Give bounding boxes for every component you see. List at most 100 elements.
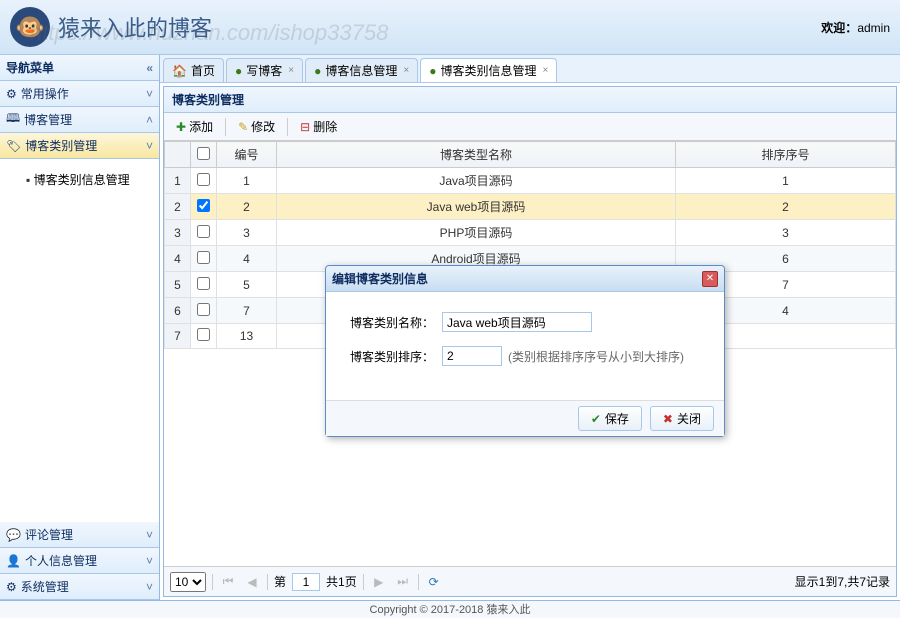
chevron-down-icon: ˅ (146, 528, 153, 542)
gear-icon: ⚙ (6, 580, 17, 594)
row-checkbox[interactable] (197, 328, 210, 341)
sidebar-item-comments[interactable]: 💬 评论管理 ˅ (0, 522, 159, 548)
chevron-down-icon: ˅ (146, 87, 153, 101)
table-row[interactable]: 3 3 PHP项目源码 3 (165, 220, 896, 246)
edit-button[interactable]: ✎修改 (232, 116, 281, 137)
col-rownum (165, 142, 191, 168)
cell-id: 7 (217, 298, 277, 324)
pager: 10 ⏮ ◀ 第 共1页 ▶ ⏭ ⟳ 显示1到7,共7记录 (164, 566, 896, 596)
row-checkbox[interactable] (197, 303, 210, 316)
cell-order: 3 (676, 220, 896, 246)
row-number: 3 (165, 220, 191, 246)
cell-id: 13 (217, 324, 277, 349)
table-row[interactable]: 1 1 Java项目源码 1 (165, 168, 896, 194)
row-number: 4 (165, 246, 191, 272)
page-size-select[interactable]: 10 (170, 572, 206, 592)
cell-id: 1 (217, 168, 277, 194)
cell-name: Java web项目源码 (277, 194, 676, 220)
chevron-down-icon: ˅ (146, 580, 153, 594)
nav-sidebar: 导航菜单 « ⚙ 常用操作 ˅ 🕮 博客管理 ˄ 🏷 博客类别管理 ˅ 博客类别… (0, 55, 160, 600)
row-checkbox[interactable] (197, 173, 210, 186)
dialog-title: 编辑博客类别信息 (332, 270, 428, 287)
close-icon[interactable]: × (403, 65, 409, 76)
order-input[interactable] (442, 346, 502, 366)
delete-button[interactable]: ⊟删除 (294, 116, 343, 137)
cell-order: 1 (676, 168, 896, 194)
col-order[interactable]: 排序序号 (676, 142, 896, 168)
table-row[interactable]: 2 2 Java web项目源码 2 (165, 194, 896, 220)
minus-icon: ⊟ (300, 120, 310, 134)
sidebar-item-category[interactable]: 🏷 博客类别管理 ˅ (0, 133, 159, 159)
tab-category-info[interactable]: ●博客类别信息管理× (420, 58, 557, 82)
dot-icon: ● (235, 64, 242, 78)
chevron-down-icon: ˅ (146, 139, 153, 153)
cell-id: 3 (217, 220, 277, 246)
cell-name: PHP项目源码 (277, 220, 676, 246)
refresh-button[interactable]: ⟳ (425, 573, 443, 591)
sidebar-title: 导航菜单 « (0, 55, 159, 81)
dialog-close-button[interactable]: ✕ (702, 271, 718, 287)
row-checkbox[interactable] (197, 199, 210, 212)
gear-icon: ⚙ (6, 87, 17, 101)
col-id[interactable]: 编号 (217, 142, 277, 168)
row-number: 7 (165, 324, 191, 349)
add-button[interactable]: ✚添加 (170, 116, 219, 137)
save-button[interactable]: ✔保存 (578, 406, 642, 431)
sidebar-item-common[interactable]: ⚙ 常用操作 ˅ (0, 81, 159, 107)
cell-order: 2 (676, 194, 896, 220)
panel-title: 博客类别管理 (164, 87, 896, 113)
sidebar-item-blog[interactable]: 🕮 博客管理 ˄ (0, 107, 159, 133)
tab-strip: 🏠首页 ●写博客× ●博客信息管理× ●博客类别信息管理× (160, 55, 900, 83)
dot-icon: ● (429, 64, 436, 78)
close-icon[interactable]: × (542, 65, 548, 76)
plus-icon: ✚ (176, 120, 186, 134)
col-name[interactable]: 博客类型名称 (277, 142, 676, 168)
tab-write[interactable]: ●写博客× (226, 58, 303, 82)
tag-icon: 🏷 (6, 139, 21, 153)
first-page-button[interactable]: ⏮ (219, 573, 237, 591)
next-page-button[interactable]: ▶ (370, 573, 388, 591)
welcome-text: 欢迎：admin (821, 19, 890, 36)
row-number: 1 (165, 168, 191, 194)
user-icon: 👤 (6, 554, 21, 568)
comment-icon: 💬 (6, 528, 21, 542)
col-checkbox[interactable] (191, 142, 217, 168)
row-number: 6 (165, 298, 191, 324)
select-all-checkbox[interactable] (197, 147, 210, 160)
logo-icon (10, 7, 50, 47)
order-hint: (类别根据排序序号从小到大排序) (508, 348, 684, 365)
page-input[interactable] (292, 573, 320, 591)
row-checkbox[interactable] (197, 225, 210, 238)
edit-dialog: 编辑博客类别信息 ✕ 博客类别名称： 博客类别排序： (类别根据排序序号从小到大… (325, 265, 725, 437)
cell-id: 4 (217, 246, 277, 272)
footer: Copyright © 2017-2018 猿来入此 (0, 600, 900, 618)
pencil-icon: ✎ (238, 120, 248, 134)
home-icon: 🏠 (172, 64, 187, 78)
sidebar-item-profile[interactable]: 👤 个人信息管理 ˅ (0, 548, 159, 574)
app-header: 猿来入此的博客 欢迎：admin (0, 0, 900, 55)
pager-info: 显示1到7,共7记录 (795, 573, 890, 590)
sidebar-item-system[interactable]: ⚙ 系统管理 ˅ (0, 574, 159, 600)
cell-id: 5 (217, 272, 277, 298)
tab-home[interactable]: 🏠首页 (163, 58, 224, 82)
prev-page-button[interactable]: ◀ (243, 573, 261, 591)
tab-blog-info[interactable]: ●博客信息管理× (305, 58, 418, 82)
collapse-icon[interactable]: « (146, 61, 153, 75)
row-checkbox[interactable] (197, 277, 210, 290)
order-label: 博客类别排序： (350, 348, 436, 365)
chevron-down-icon: ˅ (146, 554, 153, 568)
tree-node-category-info[interactable]: 博客类别信息管理 (8, 167, 151, 192)
check-icon: ✔ (591, 412, 601, 426)
close-button[interactable]: ✖关闭 (650, 406, 714, 431)
book-icon: 🕮 (6, 109, 20, 130)
name-label: 博客类别名称： (350, 314, 436, 331)
dot-icon: ● (314, 64, 321, 78)
cell-id: 2 (217, 194, 277, 220)
cell-name: Java项目源码 (277, 168, 676, 194)
close-icon[interactable]: × (288, 65, 294, 76)
row-number: 2 (165, 194, 191, 220)
name-input[interactable] (442, 312, 592, 332)
app-title: 猿来入此的博客 (58, 11, 212, 43)
row-checkbox[interactable] (197, 251, 210, 264)
last-page-button[interactable]: ⏭ (394, 573, 412, 591)
